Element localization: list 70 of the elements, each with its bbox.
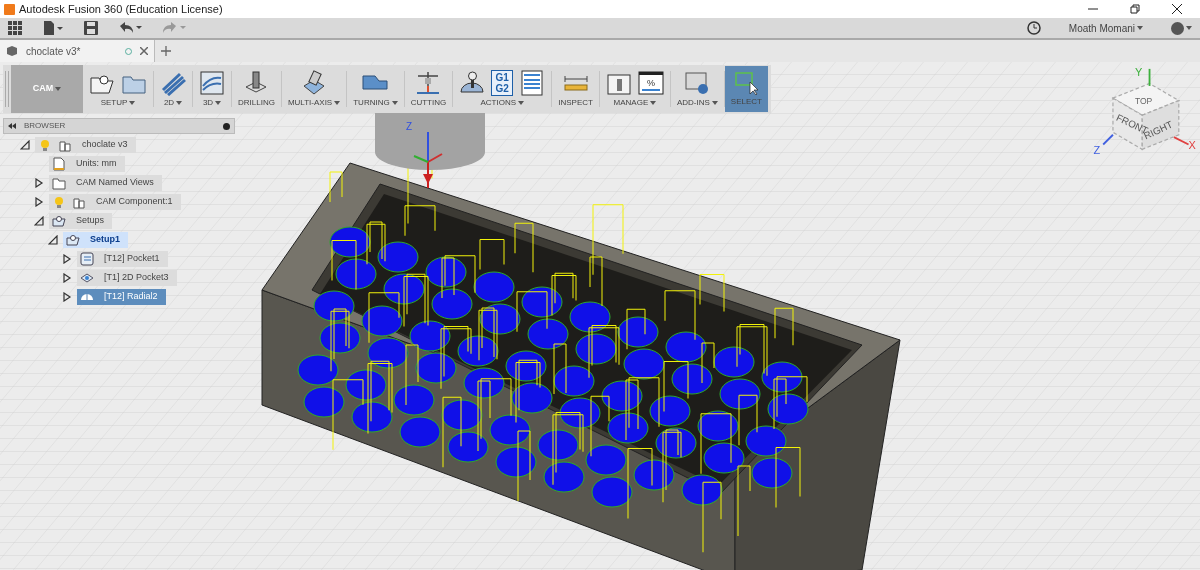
app-grid-icon[interactable] xyxy=(8,21,22,35)
cube-icon xyxy=(6,45,18,57)
close-icon[interactable] xyxy=(1172,4,1182,14)
axis-label: X xyxy=(1188,139,1196,152)
toolbar-group-button[interactable]: 3D xyxy=(193,65,231,113)
expand-triangle-icon[interactable] xyxy=(34,197,44,207)
lightbulb-icon[interactable] xyxy=(52,195,66,209)
expand-triangle-icon[interactable] xyxy=(62,292,72,302)
joystick-icon[interactable] xyxy=(459,70,486,96)
g-code-icon[interactable]: G1 G2 xyxy=(491,70,514,96)
toolbar-group-button[interactable]: ADD-INS xyxy=(670,65,724,113)
browser-tree-item[interactable]: Setup1 xyxy=(63,232,128,248)
collapse-panel-icon[interactable] xyxy=(8,123,16,129)
axis-label: Z xyxy=(406,121,413,132)
caret-icon xyxy=(55,87,62,91)
axis-label: Z xyxy=(1093,144,1101,157)
toolbar-group-button[interactable]: SETUP xyxy=(83,65,153,113)
restore-icon[interactable] xyxy=(1130,4,1140,14)
browser-tree-item[interactable]: [T1] 2D Pocket3 xyxy=(77,270,177,286)
toolbar-group-button[interactable]: % MANAGE xyxy=(599,65,670,113)
setup-folder-icon xyxy=(52,214,66,228)
percent-window-icon[interactable]: % xyxy=(637,70,664,96)
browser-tree-item[interactable]: [T12] Pocket1 xyxy=(77,251,168,267)
help-button[interactable] xyxy=(1171,21,1192,35)
toolbar-group-button[interactable]: 2D xyxy=(154,65,192,113)
pin-icon[interactable] xyxy=(223,122,230,130)
browser-title: BROWSER xyxy=(24,120,66,132)
pocket-operation-icon xyxy=(80,252,94,266)
browser-tree-item[interactable]: Units: mm xyxy=(49,156,125,172)
save-icon[interactable] xyxy=(84,21,98,35)
lightbulb-icon[interactable] xyxy=(38,138,52,152)
toolbar-group-button[interactable]: G1 G2 ACTIONS xyxy=(453,65,552,113)
component-icon xyxy=(58,138,72,152)
surface-icon[interactable] xyxy=(199,70,225,96)
expand-triangle-icon[interactable] xyxy=(34,178,44,188)
component-icon xyxy=(72,195,86,209)
toolbar-group-button[interactable]: INSPECT xyxy=(552,65,599,113)
document-icon xyxy=(52,157,66,171)
folder-icon xyxy=(52,176,66,190)
toolbar-group-button[interactable]: CUTTING xyxy=(404,65,453,113)
browser-tree-item[interactable]: CAM Named Views xyxy=(49,175,162,191)
collapse-triangle-icon[interactable] xyxy=(20,140,30,150)
setup-folder-icon xyxy=(66,233,80,247)
document-tab[interactable]: choclate v3* xyxy=(0,40,155,62)
user-menu-button[interactable]: Moath Momani xyxy=(1068,20,1143,36)
browser-tree-item[interactable]: CAM Component:1 xyxy=(49,194,181,210)
toolbar-group-button[interactable]: DRILLING xyxy=(232,65,281,113)
toolbar-group-button[interactable]: TURNING xyxy=(347,65,404,113)
pocket-operation-icon xyxy=(80,271,94,285)
collapse-triangle-icon[interactable] xyxy=(34,216,44,226)
toolbar-group-button[interactable]: MULTI-AXIS xyxy=(281,65,347,113)
collapse-triangle-icon[interactable] xyxy=(48,235,58,245)
cutting-head-icon[interactable] xyxy=(415,70,442,96)
browser-tree-item[interactable]: choclate v3 xyxy=(35,137,136,153)
undo-icon[interactable] xyxy=(118,21,142,35)
file-menu-icon[interactable] xyxy=(42,21,64,35)
view-cube-label: TOP xyxy=(1134,96,1153,107)
sheet-icon[interactable] xyxy=(519,70,546,96)
browser-tree-item[interactable]: Setups xyxy=(49,213,113,229)
window-title: Autodesk Fusion 360 (Education License) xyxy=(19,1,223,17)
caret-icon xyxy=(1186,26,1192,30)
pocket-paths-icon[interactable] xyxy=(160,70,186,96)
caret-icon xyxy=(1137,26,1143,30)
select-cursor-icon[interactable] xyxy=(733,70,760,96)
add-tab-icon[interactable] xyxy=(161,46,171,56)
app-logo-icon xyxy=(4,3,15,15)
expand-triangle-icon[interactable] xyxy=(62,254,72,264)
clock-icon[interactable] xyxy=(1026,21,1041,35)
expand-triangle-icon[interactable] xyxy=(62,273,72,283)
axis-label: Y xyxy=(1134,66,1143,79)
